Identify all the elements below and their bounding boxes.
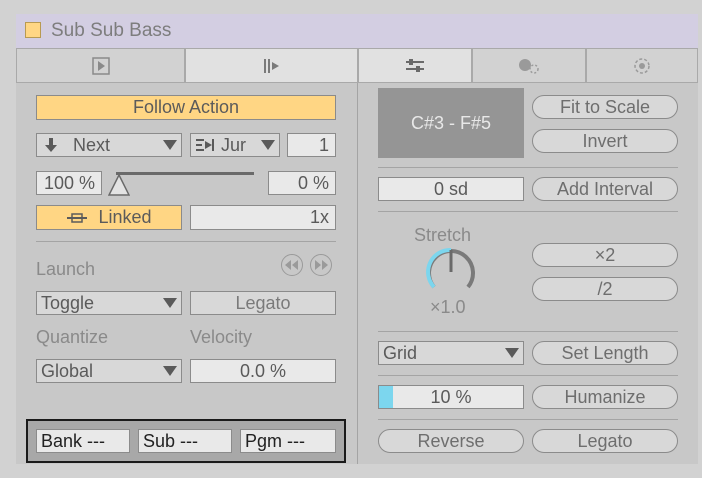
divider: [378, 419, 678, 420]
linked-label: Linked: [98, 207, 152, 227]
stretch-double-button[interactable]: ×2: [532, 243, 678, 267]
humanize-amount-value: 10 %: [430, 386, 472, 407]
tab-settings[interactable]: [586, 48, 698, 83]
program-field[interactable]: Pgm ---: [240, 429, 336, 453]
chance-slider[interactable]: [108, 168, 258, 196]
follow-action-b-value: Jur: [221, 134, 247, 155]
linked-toggle[interactable]: Linked: [36, 205, 182, 230]
follow-action-toggle[interactable]: Follow Action: [36, 95, 336, 120]
chevron-down-icon: [163, 298, 177, 308]
fit-to-scale-button[interactable]: Fit to Scale: [532, 95, 678, 119]
humanize-amount-fill: [379, 386, 394, 408]
settings-dot-icon: [634, 57, 650, 74]
legato-button[interactable]: Legato: [532, 429, 678, 453]
follow-action-count[interactable]: 1: [287, 133, 336, 157]
arrow-down-icon: [45, 138, 57, 152]
multiplier-field[interactable]: 1x: [190, 205, 336, 230]
chance-slider-track: [116, 172, 254, 175]
chance-a-field[interactable]: 100 %: [36, 171, 102, 195]
add-interval-button[interactable]: Add Interval: [532, 177, 678, 201]
envelope-icon: [519, 58, 539, 74]
quantize-dropdown[interactable]: Global: [36, 359, 182, 383]
bank-field[interactable]: Bank ---: [36, 429, 130, 453]
legato-toggle[interactable]: Legato: [190, 291, 336, 315]
device-title: Sub Sub Bass: [51, 20, 172, 41]
grid-dropdown[interactable]: Grid: [378, 341, 524, 365]
tab-envelopes[interactable]: [472, 48, 586, 83]
follow-action-a-dropdown[interactable]: Next: [36, 133, 182, 157]
chevron-down-icon: [163, 140, 177, 150]
clip-icon: [91, 56, 110, 75]
reverse-button[interactable]: Reverse: [378, 429, 524, 453]
chevron-down-icon: [163, 366, 177, 376]
divider: [378, 167, 678, 168]
rewind-icon: [285, 260, 298, 270]
chance-b-field[interactable]: 0 %: [268, 171, 336, 195]
rewind-button[interactable]: [281, 254, 303, 276]
follow-action-b-dropdown[interactable]: Jur: [190, 133, 280, 157]
launch-label: Launch: [36, 259, 96, 279]
velocity-field[interactable]: 0.0 %: [190, 359, 336, 383]
stretch-half-button[interactable]: /2: [532, 277, 678, 301]
device-title-bar: Sub Sub Bass: [16, 14, 698, 48]
jump-icon: [196, 139, 214, 151]
interval-field[interactable]: 0 sd: [378, 177, 524, 201]
launch-mode-dropdown[interactable]: Toggle: [36, 291, 182, 315]
chevron-down-icon: [261, 140, 275, 150]
divider: [378, 331, 678, 332]
velocity-label: Velocity: [190, 327, 253, 347]
link-icon: [67, 212, 88, 223]
forward-button[interactable]: [310, 254, 332, 276]
stretch-knob[interactable]: [424, 245, 478, 299]
divider: [378, 211, 678, 212]
panel-divider: [357, 83, 358, 464]
stretch-value: ×1.0: [430, 297, 466, 317]
tab-notes[interactable]: [358, 48, 472, 83]
follow-action-a-value: Next: [73, 134, 111, 155]
chevron-down-icon: [505, 348, 519, 358]
humanize-amount-field[interactable]: 10 %: [378, 385, 524, 409]
humanize-button[interactable]: Humanize: [532, 385, 678, 409]
grid-value: Grid: [383, 342, 418, 363]
tab-launch[interactable]: [185, 48, 358, 83]
pitch-range-display[interactable]: C#3 - F#5: [378, 88, 524, 158]
tab-bar: [16, 48, 698, 83]
divider: [36, 241, 336, 242]
launch-play-icon: [263, 58, 279, 73]
quantize-label: Quantize: [36, 327, 109, 347]
quantize-value: Global: [41, 360, 94, 381]
forward-icon: [315, 260, 328, 270]
stretch-label: Stretch: [414, 225, 472, 245]
launch-mode-value: Toggle: [41, 292, 95, 313]
tab-clip[interactable]: [16, 48, 185, 83]
chance-slider-thumb[interactable]: [108, 174, 130, 196]
sliders-icon: [406, 58, 424, 72]
invert-button[interactable]: Invert: [532, 129, 678, 153]
device-activator-toggle[interactable]: [25, 22, 41, 38]
set-length-button[interactable]: Set Length: [532, 341, 678, 365]
divider: [378, 375, 678, 376]
sub-bank-field[interactable]: Sub ---: [138, 429, 232, 453]
